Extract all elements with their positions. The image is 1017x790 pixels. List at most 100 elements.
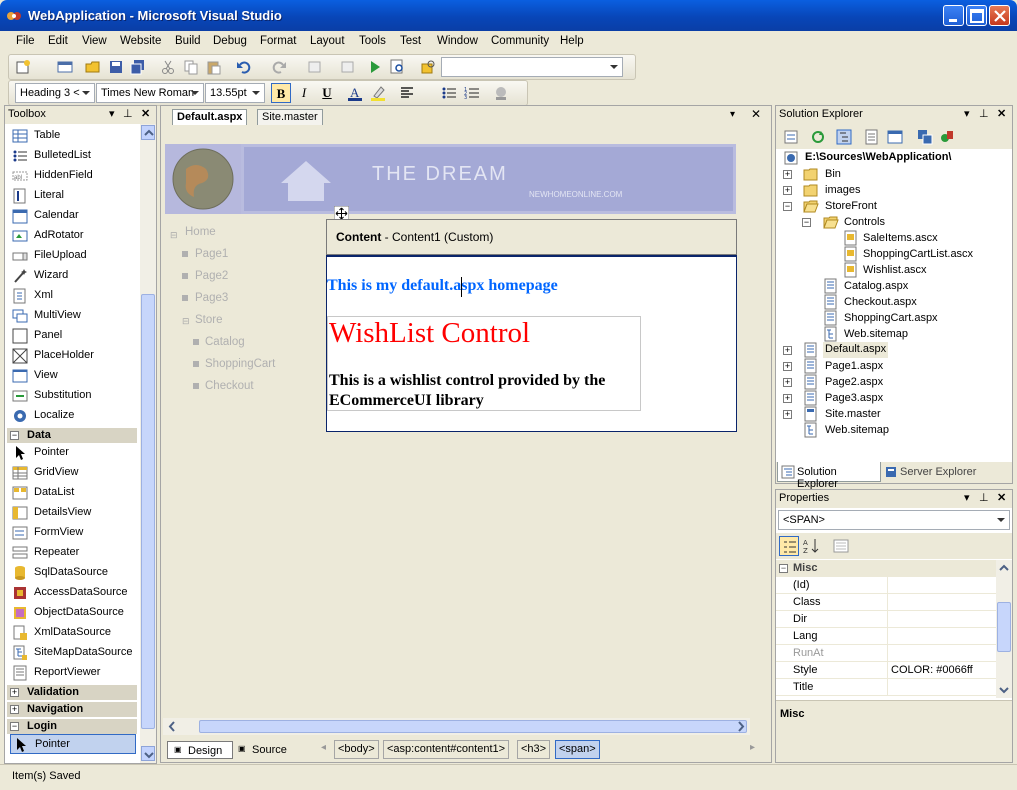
tree-item-page2[interactable]: + Page2.aspx [776, 374, 1006, 390]
tree-item-checkout[interactable]: Checkout.aspx [776, 294, 1006, 310]
menu-format[interactable]: Format [260, 35, 296, 47]
nav-store[interactable]: Store [195, 314, 223, 326]
maximize-button[interactable] [966, 5, 987, 26]
auto-hide-pin-icon[interactable]: ⊥ [979, 491, 989, 504]
scroll-thumb[interactable] [997, 602, 1011, 652]
tab-site-master[interactable]: Site.master [257, 109, 323, 125]
font-size-select[interactable]: 13.55pt [205, 83, 265, 103]
tab-default-aspx[interactable]: Default.aspx [172, 109, 248, 125]
property-pages-icon[interactable] [832, 537, 850, 555]
toolbox-category-validation[interactable]: + Validation [7, 685, 137, 700]
tree-item-page1[interactable]: + Page1.aspx [776, 358, 1006, 374]
menu-window[interactable]: Window [437, 35, 478, 47]
tree-item-saleitems[interactable]: SaleItems.ascx [776, 230, 1006, 246]
toolbox-scrollbar[interactable] [140, 124, 156, 763]
property-lang[interactable]: Lang [776, 628, 996, 645]
nav-shoppingcart[interactable]: ShoppingCart [205, 358, 275, 370]
alphabetical-icon[interactable]: AZ [802, 537, 820, 555]
scroll-thumb[interactable] [141, 294, 155, 729]
tree-item-shoppingcart[interactable]: ShoppingCart.aspx [776, 310, 1006, 326]
block-format-select[interactable]: Heading 3 < [15, 83, 95, 103]
menu-view[interactable]: View [82, 35, 107, 47]
tree-item-page3[interactable]: + Page3.aspx [776, 390, 1006, 406]
new-project-icon[interactable] [15, 59, 31, 75]
open-file-icon[interactable] [85, 59, 101, 75]
menu-edit[interactable]: Edit [48, 35, 68, 47]
tree-item-default-aspx[interactable]: + Default.aspx [776, 342, 1006, 358]
chevron-right-icon[interactable] [734, 719, 748, 734]
window-position-icon[interactable]: ▾ [964, 491, 970, 504]
close-icon[interactable]: ✕ [997, 491, 1006, 504]
start-debugging-icon[interactable] [367, 59, 383, 75]
view-designer-icon[interactable] [887, 129, 903, 145]
copy-icon[interactable] [183, 59, 199, 75]
chevron-left-icon[interactable] [165, 719, 179, 734]
nav-page3[interactable]: Page3 [195, 292, 228, 304]
add-item-icon[interactable] [57, 59, 73, 75]
property-class[interactable]: Class [776, 594, 996, 611]
view-code-icon[interactable] [864, 129, 880, 145]
find-in-files-icon[interactable] [390, 59, 406, 75]
window-position-icon[interactable]: ▾ [964, 107, 970, 120]
expand-icon[interactable]: + [783, 186, 792, 195]
chevron-up-icon[interactable] [997, 561, 1011, 576]
navigate-backward-icon[interactable] [307, 59, 323, 75]
scroll-up-button[interactable] [141, 125, 155, 140]
bulleted-list-icon[interactable] [441, 85, 457, 101]
nav-checkout[interactable]: Checkout [205, 380, 254, 392]
undo-icon[interactable] [236, 59, 252, 75]
save-all-icon[interactable] [130, 59, 146, 75]
property-style[interactable]: Style COLOR: #0066ff [776, 662, 996, 679]
homepage-heading[interactable]: This is my default.aspx homepage [327, 277, 558, 295]
tab-server-explorer[interactable]: Server Explorer [883, 462, 993, 482]
categorized-icon[interactable] [779, 536, 799, 556]
nav-page1[interactable]: Page1 [195, 248, 228, 260]
object-selector[interactable]: <SPAN> [778, 510, 1010, 530]
foreground-color-icon[interactable]: A [347, 85, 363, 101]
expand-icon[interactable]: + [783, 362, 792, 371]
source-view-button[interactable]: ▣ Source [234, 741, 292, 759]
auto-hide-pin-icon[interactable]: ⊥ [979, 107, 989, 120]
menu-website[interactable]: Website [120, 35, 161, 47]
tree-item-storefront[interactable]: − StoreFront [776, 198, 1006, 214]
property-title[interactable]: Title [776, 679, 996, 696]
scroll-down-button[interactable] [141, 746, 155, 761]
save-icon[interactable] [108, 59, 124, 75]
menu-test[interactable]: Test [400, 35, 421, 47]
menu-community[interactable]: Community [491, 35, 549, 47]
hyperlink-icon[interactable] [493, 85, 509, 101]
design-view-button[interactable]: ▣ Design [167, 741, 233, 759]
properties-scrollbar[interactable] [996, 560, 1012, 698]
tree-item-catalog[interactable]: Catalog.aspx [776, 278, 1006, 294]
nav-catalog[interactable]: Catalog [205, 336, 245, 348]
property-id[interactable]: (Id) [776, 577, 996, 594]
tree-item-controls[interactable]: − Controls [776, 214, 1006, 230]
collapse-icon[interactable]: − [779, 564, 788, 573]
nav-home[interactable]: Home [185, 226, 216, 238]
tree-item-images[interactable]: + images [776, 182, 1006, 198]
toolbox-item-login-pointer[interactable]: Pointer [10, 734, 136, 754]
menu-tools[interactable]: Tools [359, 35, 386, 47]
property-dir[interactable]: Dir [776, 611, 996, 628]
menu-debug[interactable]: Debug [213, 35, 247, 47]
expand-icon[interactable]: + [783, 410, 792, 419]
close-icon[interactable]: ✕ [141, 107, 150, 120]
justify-icon[interactable] [399, 85, 415, 101]
tag-scroll-right-icon[interactable]: ▸ [750, 742, 755, 753]
navigate-forward-icon[interactable] [339, 59, 355, 75]
asp-net-configuration-icon[interactable] [939, 129, 955, 145]
chevron-down-icon[interactable] [997, 682, 1011, 697]
tree-item-shoppingcartlist[interactable]: ShoppingCartList.ascx [776, 246, 1006, 262]
tag-span[interactable]: <span> [555, 740, 600, 759]
close-document-icon[interactable]: ✕ [751, 107, 761, 121]
tree-item-wishlist[interactable]: Wishlist.ascx [776, 262, 1006, 278]
tag-scroll-left-icon[interactable]: ◂ [321, 742, 326, 753]
toolbox-category-data[interactable]: − Data [7, 428, 137, 443]
close-icon[interactable]: ✕ [997, 107, 1006, 120]
property-runat[interactable]: RunAt [776, 645, 996, 662]
collapse-icon[interactable]: − [783, 202, 792, 211]
expand-icon[interactable]: + [783, 170, 792, 179]
tag-content[interactable]: <asp:content#content1> [383, 740, 510, 759]
tree-item-web-sitemap[interactable]: Web.sitemap [776, 422, 1006, 438]
tab-solution-explorer[interactable]: Solution Explorer [777, 462, 881, 490]
